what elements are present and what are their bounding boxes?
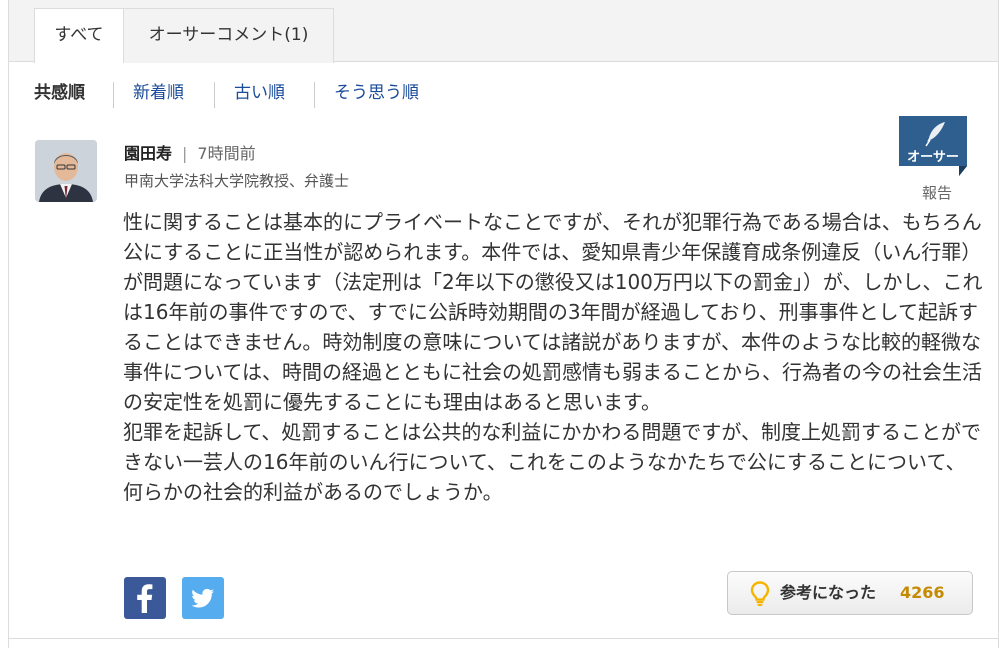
author-badge: オーサー: [899, 116, 967, 176]
sort-newest[interactable]: 新着順: [133, 78, 184, 108]
helpful-label: 参考になった: [780, 583, 877, 602]
post-time: 7時間前: [197, 144, 256, 163]
divider: [9, 638, 998, 639]
helpful-button[interactable]: 参考になった 4266: [727, 571, 973, 615]
sort-separator: [314, 82, 315, 108]
comment-panel: すべて オーサーコメント(1) 共感順 新着順 古い順 そう思う順 園田寿 | 7時…: [8, 0, 999, 648]
author-title: 甲南大学法科大学院教授、弁護士: [124, 172, 350, 190]
tab-bar: すべて オーサーコメント(1): [9, 0, 998, 63]
comment-paragraph: 性に関することは基本的にプライベートなことですが、それが犯罪行為である場合は、も…: [123, 210, 983, 414]
twitter-share-button[interactable]: [182, 577, 224, 619]
author-name[interactable]: 園田寿: [124, 144, 172, 163]
sort-agree[interactable]: そう思う順: [334, 78, 419, 108]
tab-author-comments[interactable]: オーサーコメント(1): [123, 8, 334, 63]
tab-all[interactable]: すべて: [34, 8, 124, 63]
comment-meta: 園田寿 | 7時間前: [124, 142, 256, 166]
meta-separator: |: [182, 144, 188, 163]
helpful-count: 4266: [900, 583, 945, 602]
facebook-share-button[interactable]: [124, 577, 166, 619]
sort-separator: [113, 82, 114, 108]
sort-oldest[interactable]: 古い順: [234, 78, 285, 108]
sort-separator: [214, 82, 215, 108]
avatar[interactable]: [35, 140, 97, 202]
report-link[interactable]: 報告: [922, 182, 952, 204]
twitter-icon: [191, 588, 214, 608]
comment-body: 性に関することは基本的にプライベートなことですが、それが犯罪行為である場合は、も…: [123, 207, 983, 507]
lightbulb-icon: [750, 581, 770, 606]
facebook-icon: [137, 584, 153, 613]
comment-paragraph: 犯罪を起訴して、処罰することは公共的な利益にかかわる問題ですが、制度上処罰するこ…: [123, 420, 981, 504]
sort-bar: 共感順 新着順 古い順 そう思う順: [9, 78, 998, 108]
badge-label: オーサー: [907, 149, 959, 164]
sort-empathy[interactable]: 共感順: [34, 78, 85, 108]
